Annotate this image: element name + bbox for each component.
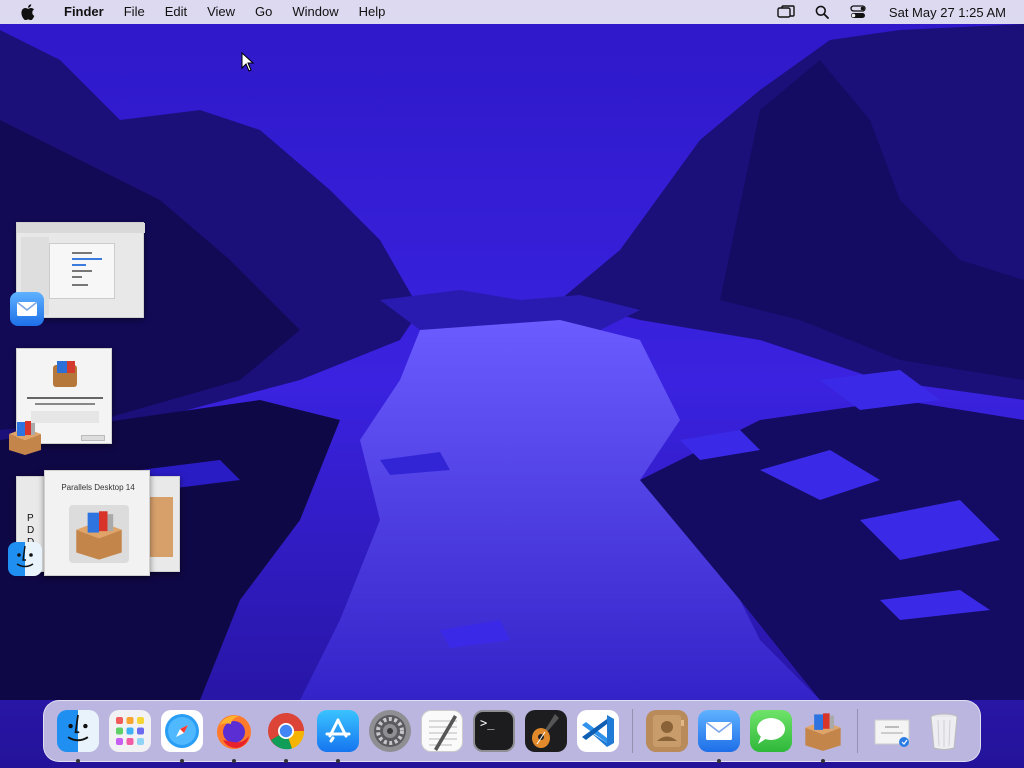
stage-group-parallels[interactable]: [6, 348, 116, 455]
dock-trash[interactable]: [922, 709, 966, 753]
mail-icon: [698, 710, 740, 752]
apple-menu-icon[interactable]: [18, 2, 38, 22]
menu-bar: Finder File Edit View Go Window Help Sat…: [0, 0, 1024, 24]
terminal-icon: >_: [473, 710, 515, 752]
spotlight-search-icon[interactable]: [813, 3, 831, 21]
parallels-dmg-window-title: Parallels Desktop 14: [61, 483, 135, 492]
menu-app-name[interactable]: Finder: [54, 0, 114, 24]
parallels-dmg-window-thumbnail[interactable]: Parallels Desktop 14: [44, 470, 150, 576]
dock-textedit[interactable]: [420, 709, 464, 753]
mail-icon: [10, 292, 44, 326]
desktop-wallpaper: [0, 0, 1024, 768]
dock: >_: [43, 700, 981, 763]
dock-contacts[interactable]: [645, 709, 689, 753]
terminal-prompt: >_: [480, 716, 495, 730]
system-preferences-icon: [369, 710, 411, 752]
chrome-icon: [265, 710, 307, 752]
running-indicator: [180, 759, 184, 763]
dock-finder[interactable]: [56, 709, 100, 763]
dock-parallels[interactable]: [801, 709, 845, 763]
control-center-icon[interactable]: [849, 3, 867, 21]
menu-file[interactable]: File: [114, 0, 155, 24]
running-indicator: [76, 759, 80, 763]
launchpad-icon: [109, 710, 151, 752]
menu-go[interactable]: Go: [245, 0, 282, 24]
messages-icon: [750, 710, 792, 752]
trash-icon: [923, 710, 965, 752]
menu-bar-right: Sat May 27 1:25 AM: [759, 0, 1024, 24]
dock-separator: [632, 709, 633, 753]
screen-mirroring-icon[interactable]: [777, 3, 795, 21]
menu-edit[interactable]: Edit: [155, 0, 197, 24]
dock-messages[interactable]: [749, 709, 793, 753]
finder-icon: [8, 542, 42, 576]
dock-terminal[interactable]: >_: [472, 709, 516, 753]
parallels-box-icon: [6, 418, 41, 455]
vscode-icon: [577, 710, 619, 752]
dock-garageband[interactable]: [524, 709, 568, 753]
menu-bar-left: Finder File Edit View Go Window Help: [0, 0, 395, 24]
safari-icon: [161, 710, 203, 752]
dock-downloads[interactable]: [870, 709, 914, 753]
contacts-icon: [646, 710, 688, 752]
finder-icon: [57, 710, 99, 752]
firefox-icon: [213, 710, 255, 752]
textedit-icon: [421, 710, 463, 752]
dock-chrome[interactable]: [264, 709, 308, 763]
running-indicator: [717, 759, 721, 763]
menu-help[interactable]: Help: [349, 0, 396, 24]
running-indicator: [336, 759, 340, 763]
running-indicator: [284, 759, 288, 763]
downloads-stack-icon: [871, 710, 913, 752]
dock-separator: [857, 709, 858, 753]
menu-view[interactable]: View: [197, 0, 245, 24]
dock-system-preferences[interactable]: [368, 709, 412, 753]
parallels-box-icon: [802, 710, 844, 752]
stage-group-mail[interactable]: [10, 222, 150, 326]
mouse-cursor-icon: [241, 52, 255, 72]
dock-launchpad[interactable]: [108, 709, 152, 753]
app-store-icon: [317, 710, 359, 752]
dock-app-store[interactable]: [316, 709, 360, 763]
menu-bar-clock[interactable]: Sat May 27 1:25 AM: [889, 5, 1006, 20]
running-indicator: [232, 759, 236, 763]
dock-vscode[interactable]: [576, 709, 620, 753]
stage-group-finder[interactable]: P D D Parallels Desktop 14: [8, 468, 184, 580]
dock-firefox[interactable]: [212, 709, 256, 763]
menu-window[interactable]: Window: [282, 0, 348, 24]
running-indicator: [821, 759, 825, 763]
dock-safari[interactable]: [160, 709, 204, 763]
dock-mail[interactable]: [697, 709, 741, 763]
garageband-icon: [525, 710, 567, 752]
